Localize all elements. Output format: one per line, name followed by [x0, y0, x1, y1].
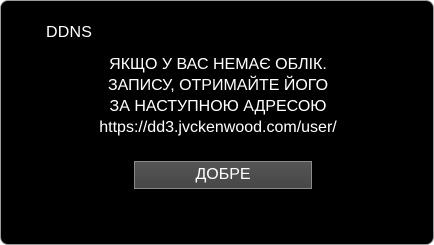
dialog-message: ЯКЩО У ВАС НЕМАЄ ОБЛІК. ЗАПИСУ, ОТРИМАЙТ…	[1, 54, 433, 138]
message-line-3: ЗА НАСТУПНОЮ АДРЕСОЮ	[109, 98, 327, 115]
dialog-title: DDNS	[46, 24, 93, 41]
ok-button[interactable]: ДОБРЕ	[134, 161, 312, 189]
ddns-dialog-screen: DDNS ЯКЩО У ВАС НЕМАЄ ОБЛІК. ЗАПИСУ, ОТР…	[0, 0, 434, 245]
message-line-2: ЗАПИСУ, ОТРИМАЙТЕ ЙОГО	[107, 77, 329, 94]
message-line-1: ЯКЩО У ВАС НЕМАЄ ОБЛІК.	[109, 56, 327, 73]
registration-url: https://dd3.jvckenwood.com/user/	[99, 119, 337, 136]
